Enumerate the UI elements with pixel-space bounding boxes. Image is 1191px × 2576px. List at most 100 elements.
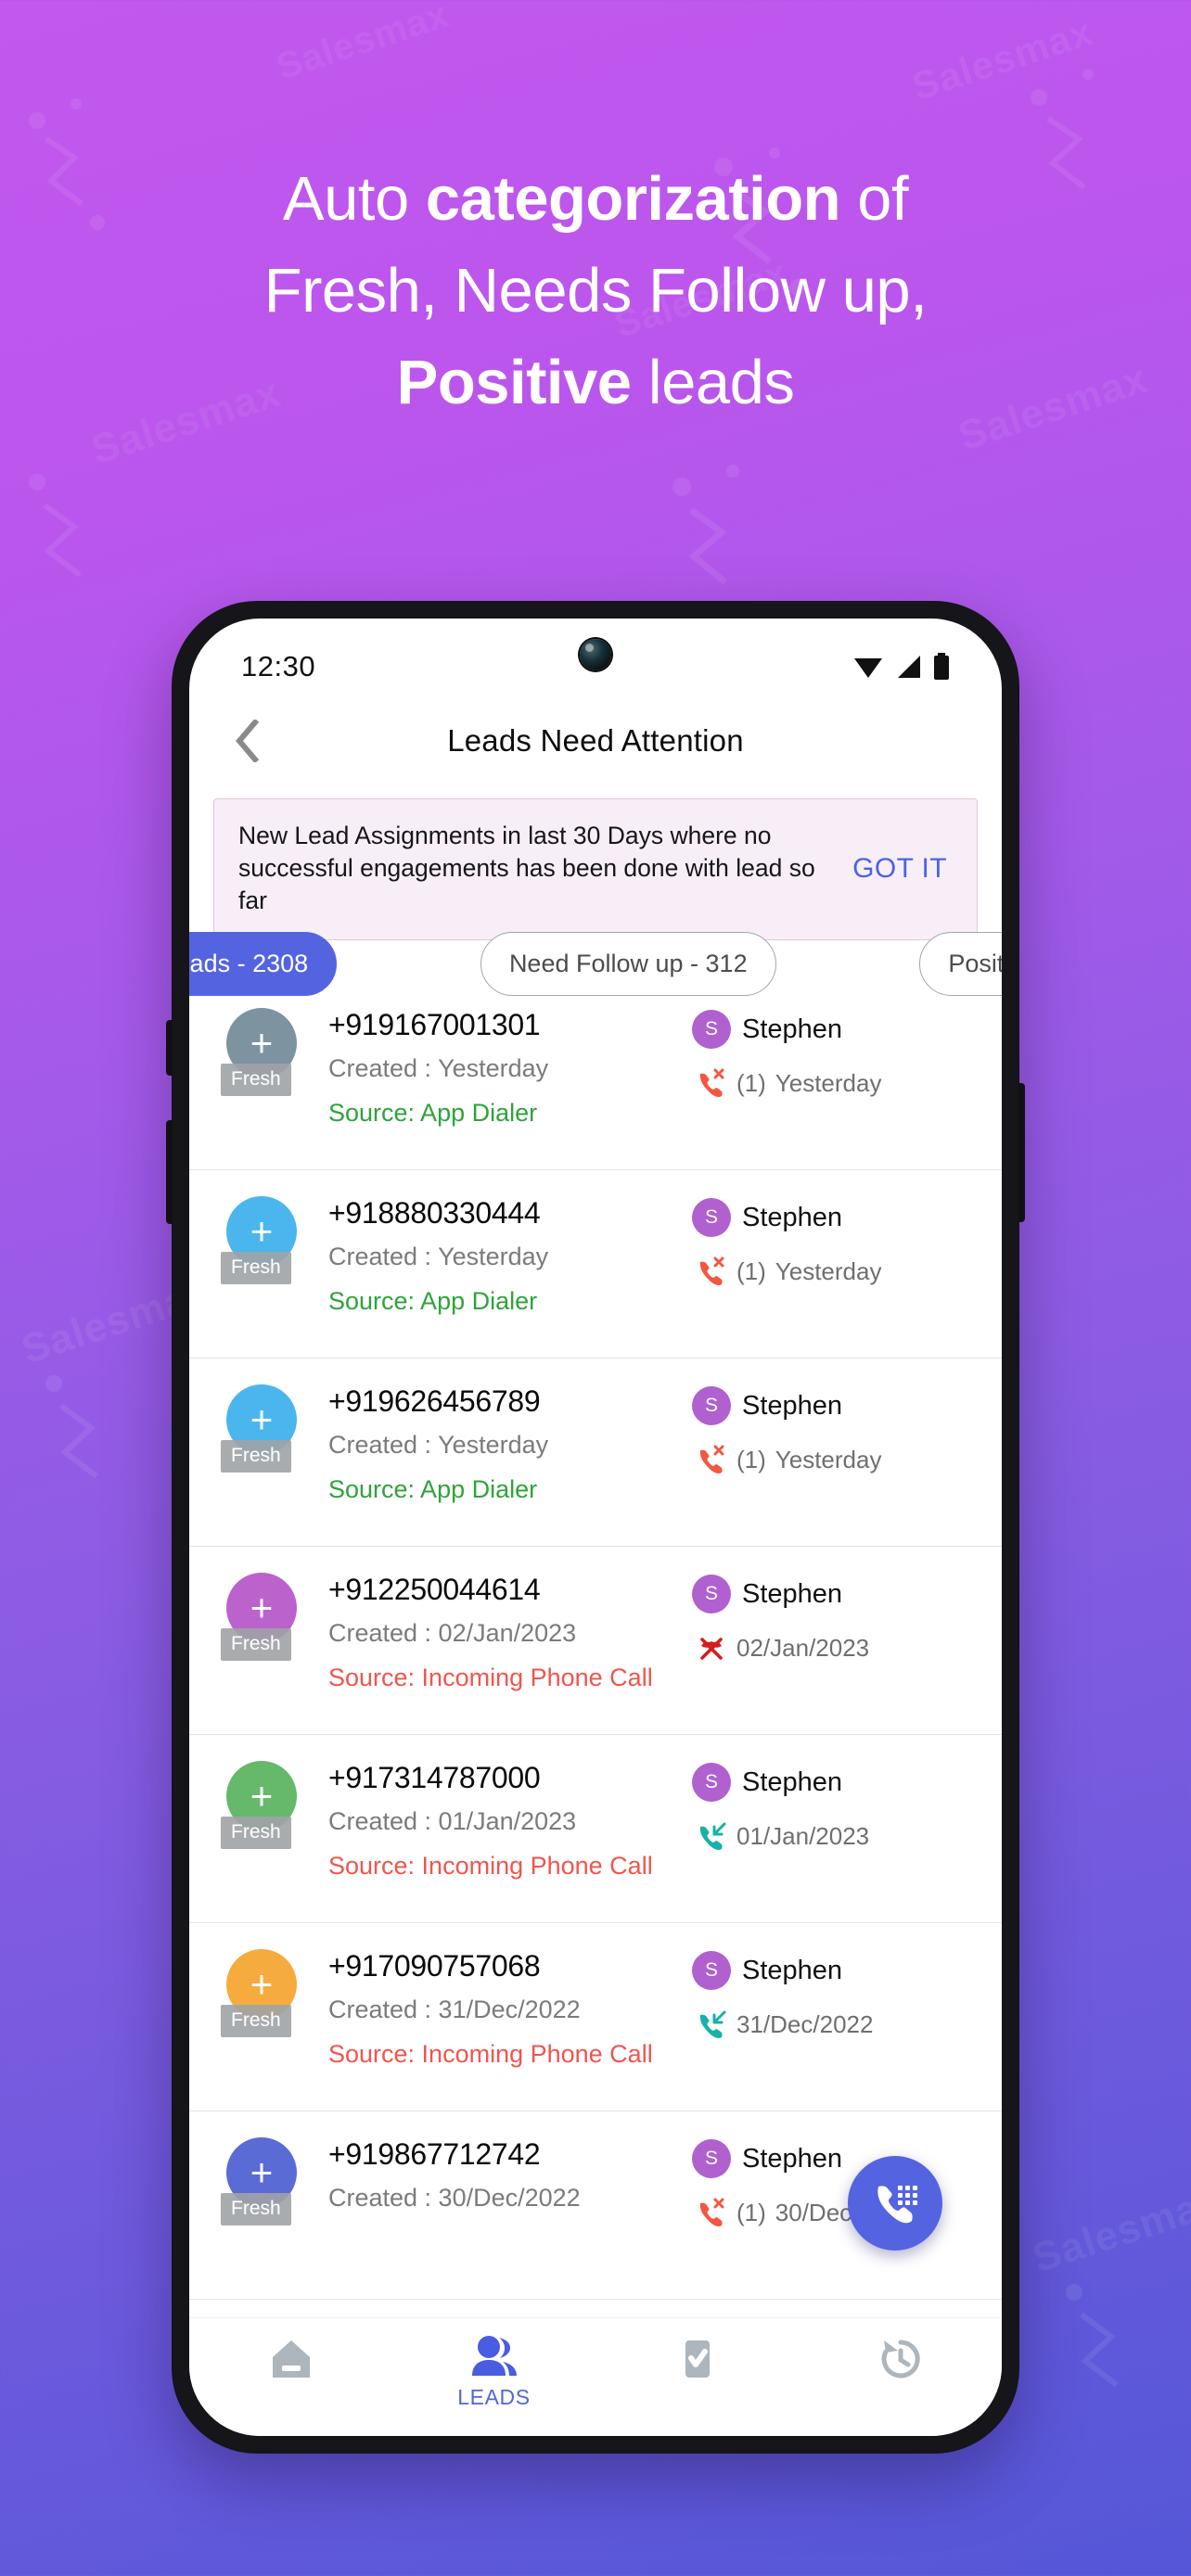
signal-icon [898, 656, 920, 678]
lead-main: +912250044614 Created : 02/Jan/2023 Source… [325, 1571, 692, 1692]
leads-list[interactable]: + Fresh +919167001301 Created : Yesterday So… [189, 982, 1002, 2317]
phone-screen: 12:30 Leads Need Attention New Lead Assi… [189, 618, 1002, 2436]
call-count: (1) [736, 1445, 766, 1473]
lead-right-meta: S Stephen 02/Jan/2023 [692, 1571, 970, 1664]
lead-avatar-wrap: + Fresh [221, 2136, 325, 2225]
lead-source: Source: App Dialer [328, 1287, 538, 1315]
nav-label-leads: LEADS [457, 2385, 531, 2409]
nav-item-tasks[interactable] [614, 2333, 781, 2385]
lead-avatar-wrap: + Fresh [221, 1194, 325, 1284]
chip-need-follow-up[interactable]: Need Follow up - 312 [480, 932, 776, 996]
headline-line1-pre: Auto [282, 164, 426, 234]
owner-name: Stephen [742, 1202, 843, 1232]
missed-call-icon [699, 1445, 724, 1473]
lead-phone-number: +917090757068 [328, 1949, 541, 1983]
status-badge: Fresh [221, 1064, 291, 1096]
lead-row[interactable]: + Fresh +917314787000 Created : 01/Jan/2023… [189, 1735, 1002, 1923]
lead-main: +919867712742 Created : 30/Dec/2022 [325, 2136, 692, 2213]
tasks-check-icon [685, 2340, 710, 2378]
lead-avatar-wrap: + Fresh [221, 1759, 325, 1849]
headline-line3-bold: Positive [396, 348, 632, 417]
owner-avatar: S [692, 1763, 731, 1802]
status-icons [853, 653, 950, 681]
bottom-navigation: LEADS [189, 2317, 1002, 2436]
lead-source: Source: Incoming Phone Call [328, 2040, 653, 2068]
lead-owner: S Stephen [692, 1951, 970, 1990]
headline-line-2: Fresh, Needs Follow up, [263, 256, 928, 325]
chip-positive[interactable]: Positive - 249 [919, 932, 1002, 996]
lead-main: +919167001301 Created : Yesterday Source: … [325, 1006, 692, 1128]
status-badge: Fresh [221, 1252, 291, 1284]
dialpad-call-icon[interactable] [848, 2156, 942, 2251]
status-badge: Fresh [221, 2193, 291, 2225]
filter-chips-row: Fresh Leads - 2308 Need Follow up - 312 … [189, 932, 1002, 996]
decorative-dots-7 [1066, 2284, 1119, 2388]
lead-row[interactable]: + Fresh +918880330444 Created : Yesterday So… [189, 1170, 1002, 1358]
lead-created-date: Created : 02/Jan/2023 [328, 1619, 577, 1647]
lead-created-date: Created : Yesterday [328, 1243, 549, 1270]
owner-name: Stephen [742, 1014, 843, 1044]
headline-line1-bold: categorization [425, 164, 841, 234]
lead-last-call: (1) Yesterday [692, 1444, 970, 1475]
owner-avatar: S [692, 2139, 731, 2178]
call-date: 02/Jan/2023 [736, 1633, 870, 1662]
owner-name: Stephen [742, 1766, 843, 1797]
lead-main: +917090757068 Created : 31/Dec/2022 Source… [325, 1947, 692, 2069]
lead-avatar-wrap: + Fresh [221, 1571, 325, 1661]
headline-line1-post: of [840, 164, 909, 234]
lead-owner: S Stephen [692, 1763, 970, 1802]
headline-line-1: Auto categorization of [74, 153, 1117, 245]
call-date: 01/Jan/2023 [736, 1821, 870, 1850]
lead-source: Source: App Dialer [328, 1475, 538, 1503]
owner-name: Stephen [742, 1578, 843, 1609]
lead-phone-number: +919167001301 [328, 1008, 541, 1041]
lead-source: Source: Incoming Phone Call [328, 1664, 653, 1691]
call-count: (1) [736, 1256, 766, 1285]
lead-last-call: 02/Jan/2023 [692, 1632, 970, 1664]
lead-right-meta: S Stephen (1) Yesterday [692, 1194, 970, 1287]
lead-row[interactable]: + Fresh +917090757068 Created : 31/Dec/2022… [189, 1923, 1002, 2111]
missed-call-icon [699, 1068, 724, 1097]
owner-avatar: S [692, 1386, 731, 1425]
rejected-call-icon [700, 1638, 723, 1660]
lead-right-meta: S Stephen 31/Dec/2022 [692, 1947, 970, 2040]
headline-line-3: Positive leads [74, 337, 1117, 428]
lead-owner: S Stephen [692, 1575, 970, 1613]
phone-mockup-frame: 12:30 Leads Need Attention New Lead Assi… [166, 601, 1025, 2454]
lead-row[interactable]: + Fresh +919167001301 Created : Yesterday So… [189, 982, 1002, 1170]
watermark-1: Salesmax [271, 0, 455, 88]
status-badge: Fresh [221, 1817, 291, 1849]
missed-call-icon [699, 1256, 724, 1285]
lead-phone-number: +918880330444 [328, 1196, 541, 1230]
lead-row[interactable]: + Fresh +919626456789 Created : Yesterday So… [189, 1358, 1002, 1547]
call-date: Yesterday [775, 1445, 882, 1473]
nav-item-leads[interactable]: LEADS [411, 2333, 578, 2410]
missed-call-icon [699, 2198, 724, 2226]
lead-right-meta: S Stephen 01/Jan/2023 [692, 1759, 970, 1852]
decorative-dots-4 [29, 474, 82, 578]
call-date: 31/Dec/2022 [736, 2009, 874, 2038]
chip-fresh-leads[interactable]: Fresh Leads - 2308 [189, 932, 338, 996]
headline-line3-post: leads [631, 348, 795, 417]
lead-avatar-wrap: + Fresh [221, 1006, 325, 1096]
battery-icon [934, 653, 949, 680]
app-header: Leads Need Attention [189, 698, 1002, 784]
lead-created-date: Created : 30/Dec/2022 [328, 2184, 581, 2212]
lead-avatar-wrap: + Fresh [221, 1383, 325, 1473]
lead-row[interactable]: + Fresh +912250044614 Created : 02/Jan/2023… [189, 1547, 1002, 1735]
got-it-button[interactable]: GOT IT [845, 853, 953, 885]
owner-avatar: S [692, 1951, 731, 1990]
owner-avatar: S [692, 1010, 731, 1049]
owner-name: Stephen [742, 1390, 843, 1421]
nav-item-history[interactable] [817, 2333, 984, 2385]
wifi-icon [854, 658, 882, 678]
history-icon [881, 2340, 920, 2378]
lead-last-call: (1) Yesterday [692, 1067, 970, 1099]
info-banner: New Lead Assignments in last 30 Days whe… [213, 798, 978, 940]
lead-created-date: Created : 31/Dec/2022 [328, 1996, 581, 2023]
nav-item-home[interactable] [208, 2333, 375, 2385]
lead-phone-number: +912250044614 [328, 1573, 541, 1606]
lead-owner: S Stephen [692, 1198, 970, 1237]
leads-people-icon [471, 2336, 517, 2376]
watermark-7: Salesmax [1027, 2177, 1191, 2282]
